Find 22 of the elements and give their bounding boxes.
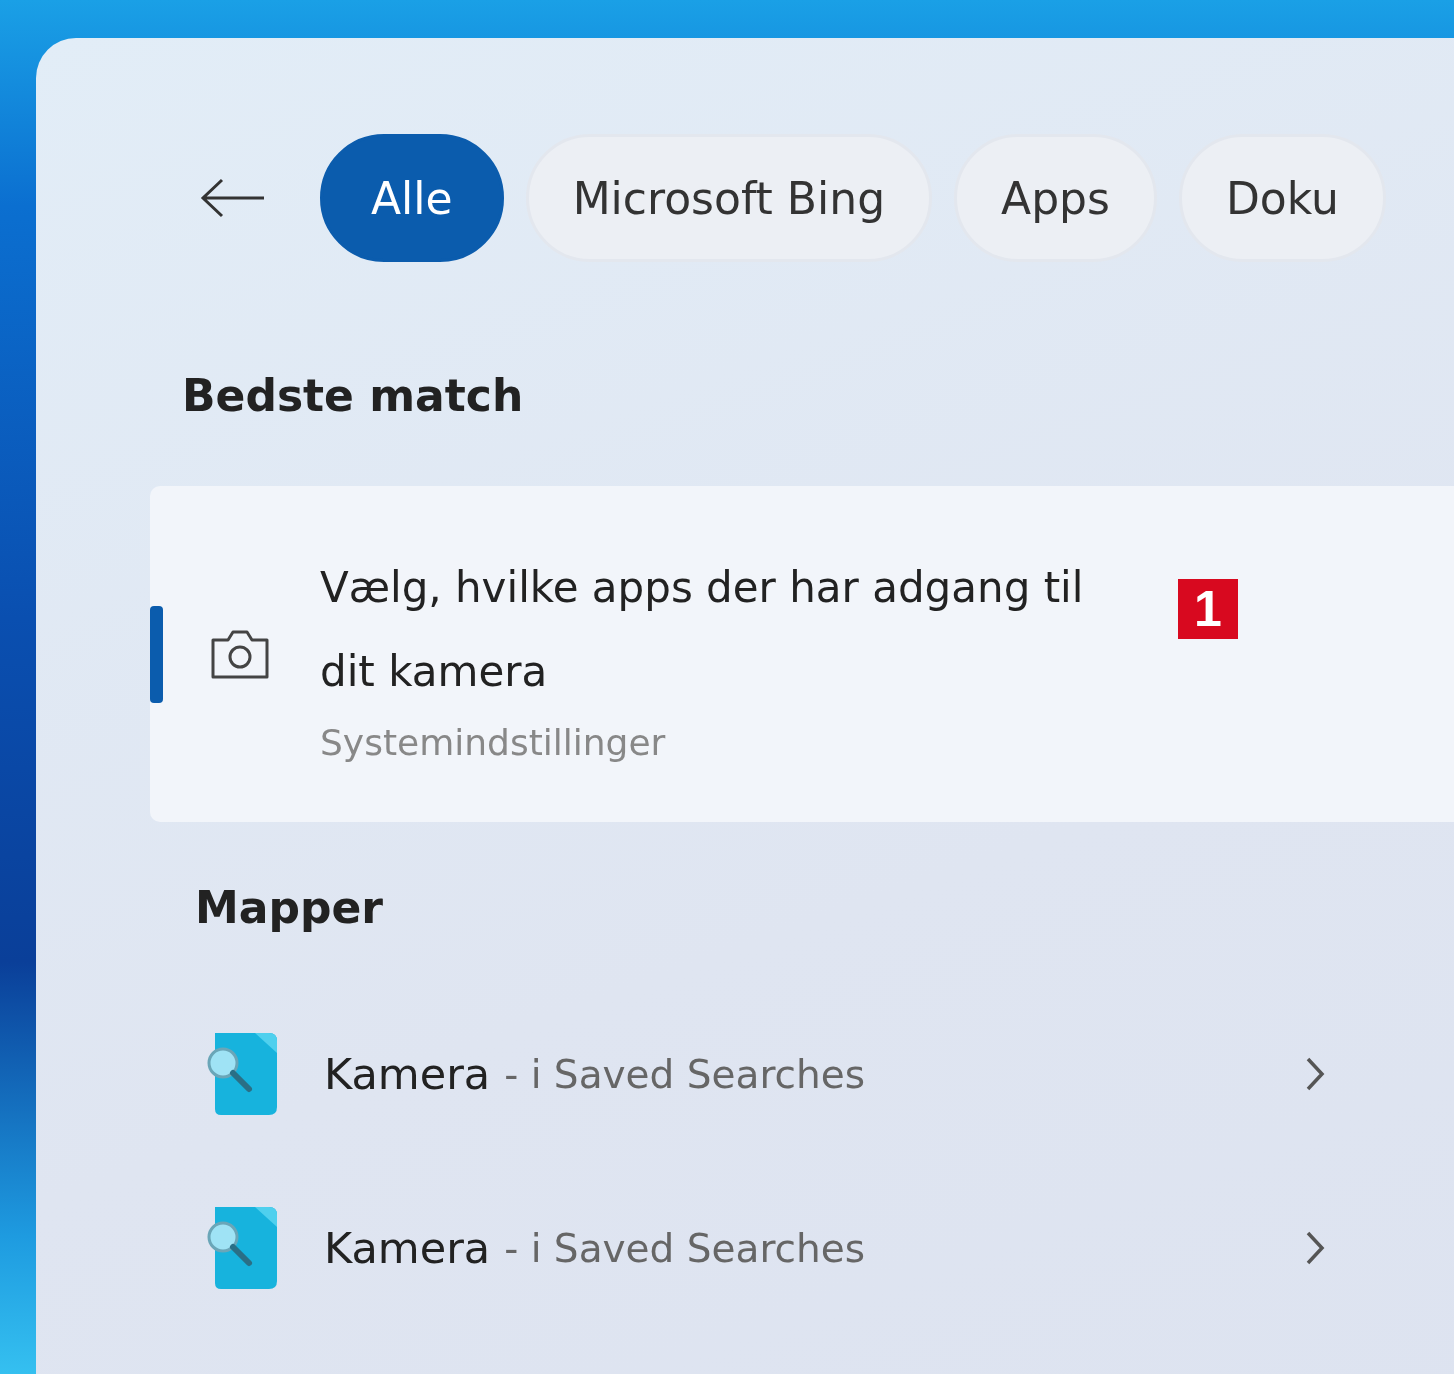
result-title: Vælg, hvilke apps der har adgang til dit kamera [320,561,1085,698]
section-heading: Mapper [195,882,384,933]
folder-result[interactable]: Kamera - i Saved Searches [150,1033,1454,1115]
filter-tab[interactable]: Apps [954,134,1157,262]
result-name: Kamera [324,1223,491,1273]
result-name: Kamera [324,1049,491,1099]
result-subtitle: Systemindstillinger [320,721,667,763]
back-arrow-icon[interactable] [200,178,266,218]
folder-result[interactable]: Kamera - i Saved Searches [150,1207,1454,1289]
callout-badge: 1 [1178,579,1238,639]
filter-tab[interactable]: Alle [320,134,504,262]
best-match-card[interactable]: Vælg, hvilke apps der har adgang til dit kamera Systemindstillinger 1 [150,486,1454,822]
result-location: - i Saved Searches [504,1051,866,1097]
filter-tab[interactable]: Doku [1178,134,1386,262]
chevron-right-icon[interactable] [1305,1056,1326,1092]
saved-search-icon [205,1033,279,1115]
result-location: - i Saved Searches [504,1225,866,1271]
saved-search-icon [205,1207,279,1289]
chevron-right-icon[interactable] [1305,1230,1326,1266]
filter-tab[interactable]: Microsoft Bing [525,134,933,262]
section-heading: Bedste match [182,370,525,421]
camera-icon [210,628,270,680]
